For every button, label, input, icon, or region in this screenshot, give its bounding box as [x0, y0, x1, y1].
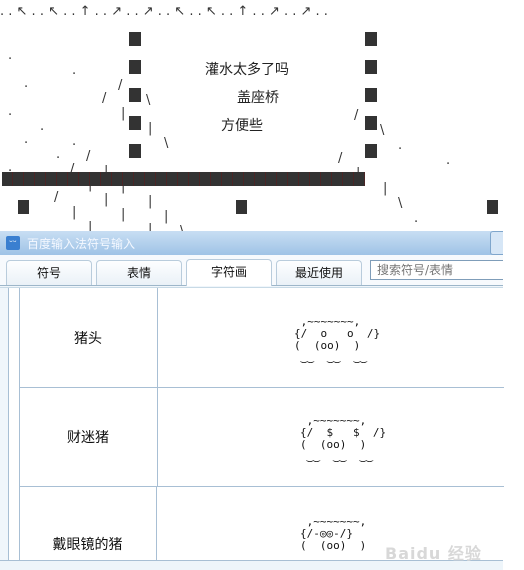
art-block [129, 144, 141, 158]
art-pillar [487, 200, 498, 214]
tab-bar: 符号 表情 字符画 最近使用 [0, 255, 503, 286]
art-name: 戴眼镜的猪 [19, 486, 157, 560]
art-pillar [236, 200, 247, 214]
art-preview-cell[interactable]: ,~~~~~~~, {/ o o /} ( (oo) ) ‿‿ ‿‿ ‿‿ [158, 288, 504, 387]
ascii-art-area: . . ↖ . . ↖ . . ↑ . . ↗ . . ↗ . . ↖ . . … [0, 0, 524, 505]
art-block [365, 32, 377, 46]
art-arrow-line: . . ↖ . . ↖ . . ↑ . . ↗ . . ↗ . . ↖ . . … [0, 4, 328, 19]
tab-recent[interactable]: 最近使用 [276, 260, 362, 285]
baidu-ime-icon: ᵕᵕ [6, 236, 20, 250]
baidu-watermark: Baidu 经验 [385, 544, 482, 563]
tab-emoticons[interactable]: 表情 [96, 260, 182, 285]
art-block [365, 60, 377, 74]
art-block [365, 88, 377, 102]
title-bar[interactable]: ᵕᵕ 百度输入法符号输入 [0, 231, 503, 255]
art-pillar [18, 200, 29, 214]
money-pig-art: ,~~~~~~~, {/ $ $ /} ( (oo) ) ‿‿ ‿‿ ‿‿ [300, 414, 387, 463]
art-caption-1: 灌水太多了吗 [205, 62, 289, 78]
tab-ascii-art[interactable]: 字符画 [186, 259, 272, 286]
glasses-pig-art: ,~~~~~~~, {/-◎◎-/} ( (oo) ) [300, 515, 367, 552]
table-row[interactable]: 财迷猪 ,~~~~~~~, {/ $ $ /} ( (oo) ) ‿‿ ‿‿ ‿… [19, 387, 504, 487]
art-block [129, 60, 141, 74]
search-input[interactable] [370, 260, 503, 280]
art-block [129, 32, 141, 46]
pig-head-art: ,~~~~~~~, {/ o o /} ( (oo) ) ‿‿ ‿‿ ‿‿ [294, 315, 381, 364]
art-block [365, 116, 377, 130]
art-block [365, 144, 377, 158]
tab-symbols[interactable]: 符号 [6, 260, 92, 285]
ime-symbol-window: ᵕᵕ 百度输入法符号输入 符号 表情 字符画 最近使用 猪头 ,~~~~~~~,… [0, 231, 504, 570]
art-preview-cell[interactable]: ,~~~~~~~, {/ $ $ /} ( (oo) ) ‿‿ ‿‿ ‿‿ [158, 387, 504, 486]
art-base-bar [2, 172, 365, 186]
art-caption-2: 盖座桥 [237, 90, 279, 106]
art-caption-3: 方便些 [221, 118, 263, 134]
art-name: 财迷猪 [19, 387, 158, 486]
ascii-art-table: 猪头 ,~~~~~~~, {/ o o /} ( (oo) ) ‿‿ ‿‿ ‿‿… [8, 288, 504, 560]
art-block [129, 88, 141, 102]
window-title: 百度输入法符号输入 [27, 237, 136, 251]
art-block [129, 116, 141, 130]
window-control-button[interactable] [490, 231, 503, 255]
art-name: 猪头 [19, 288, 158, 387]
table-row[interactable]: 猪头 ,~~~~~~~, {/ o o /} ( (oo) ) ‿‿ ‿‿ ‿‿ [19, 288, 504, 388]
